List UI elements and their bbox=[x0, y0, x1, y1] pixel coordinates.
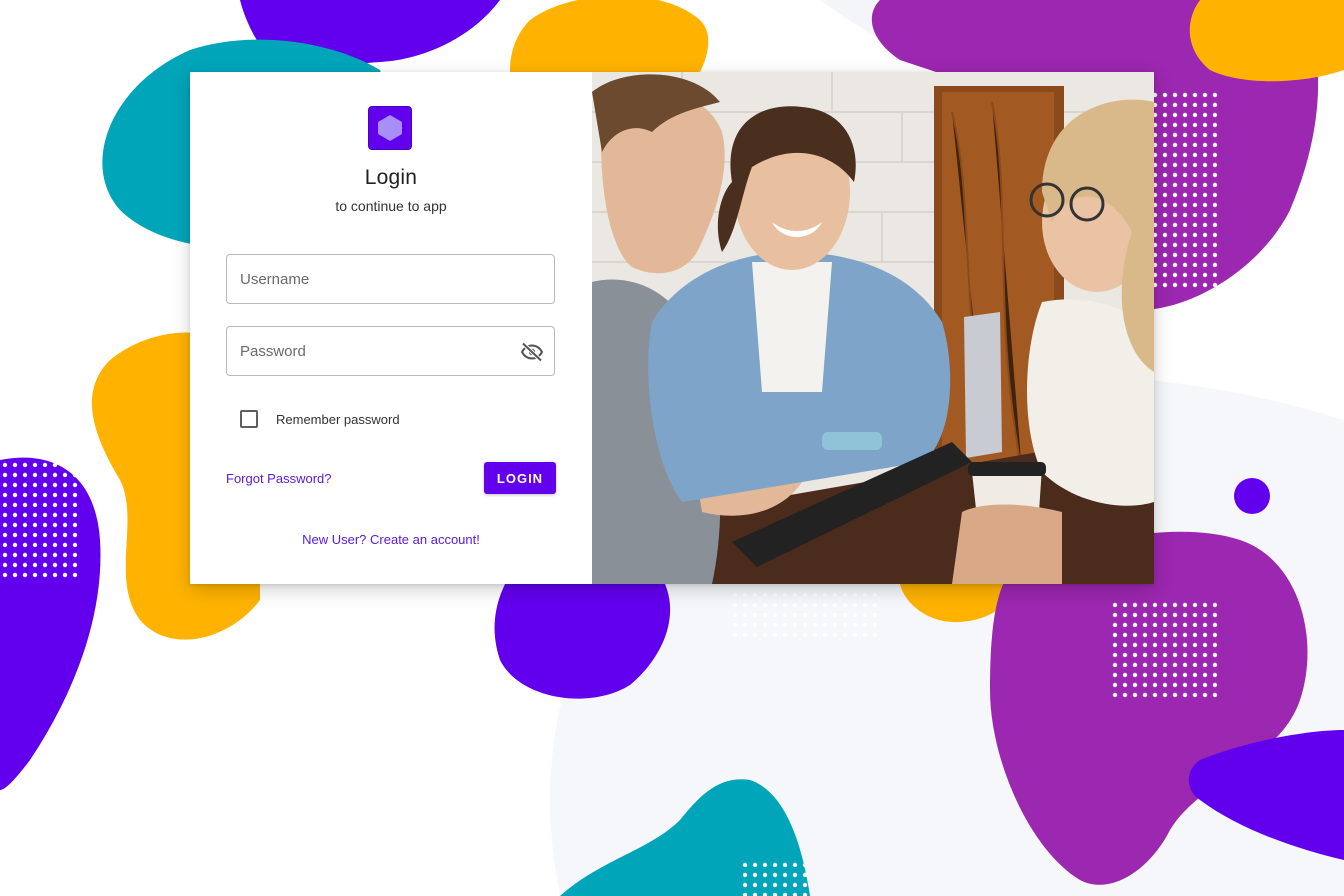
hexagon-logo-icon bbox=[368, 106, 412, 150]
forgot-password-link[interactable]: Forgot Password? bbox=[226, 471, 332, 486]
login-button[interactable]: LOGIN bbox=[484, 462, 556, 494]
eye-off-icon[interactable] bbox=[520, 340, 544, 364]
remember-checkbox[interactable] bbox=[240, 410, 258, 428]
create-account-link[interactable]: New User? Create an account! bbox=[190, 532, 592, 547]
page-title: Login bbox=[364, 166, 418, 189]
page-subtitle: to continue to app bbox=[335, 198, 447, 214]
hero-photo bbox=[592, 72, 1154, 584]
username-field[interactable] bbox=[226, 254, 555, 304]
password-field[interactable] bbox=[226, 326, 555, 376]
password-input[interactable] bbox=[240, 327, 510, 375]
people-photo-illustration bbox=[592, 72, 1154, 584]
login-form: Login to continue to app Remember passwo… bbox=[190, 72, 592, 584]
amber-blob bbox=[1189, 0, 1344, 82]
username-input[interactable] bbox=[240, 255, 510, 303]
remember-label: Remember password bbox=[276, 411, 400, 427]
remember-password: Remember password bbox=[240, 410, 400, 428]
indigo-dot bbox=[1234, 478, 1270, 514]
login-card: Login to continue to app Remember passwo… bbox=[190, 72, 1154, 584]
